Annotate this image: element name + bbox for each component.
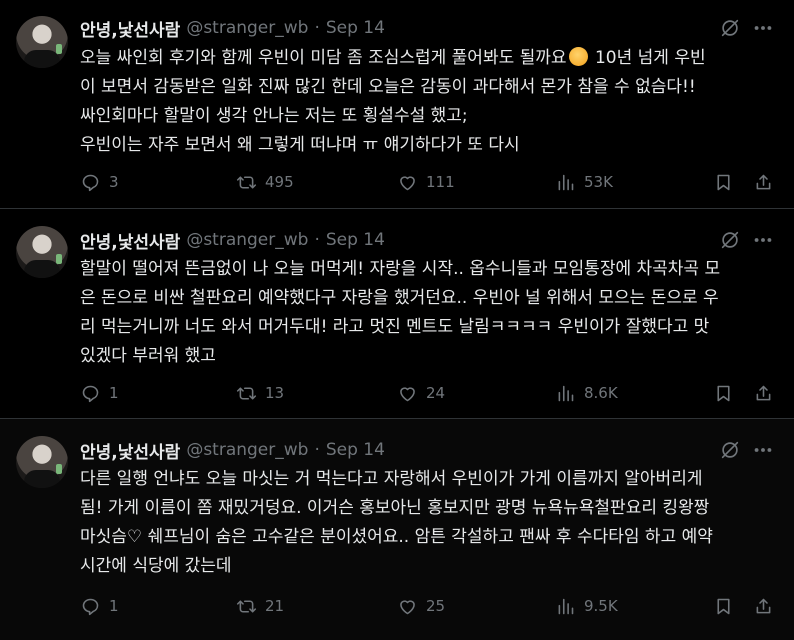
retweet-button[interactable]: 13 bbox=[236, 381, 284, 405]
retweet-icon bbox=[236, 386, 257, 400]
share-icon bbox=[756, 174, 771, 189]
views-chart-icon bbox=[558, 598, 574, 614]
reply-button[interactable]: 1 bbox=[80, 594, 119, 618]
reply-icon bbox=[82, 385, 99, 402]
reply-button[interactable]: 1 bbox=[80, 381, 119, 405]
views-button[interactable]: 9.5K bbox=[555, 594, 618, 618]
avatar[interactable] bbox=[16, 16, 68, 68]
retweet-button[interactable]: 21 bbox=[236, 594, 284, 618]
user-handle[interactable]: @stranger_wb bbox=[186, 230, 308, 250]
display-name[interactable]: 안녕,낯선사람 bbox=[80, 228, 180, 253]
share-button[interactable] bbox=[753, 170, 782, 194]
view-count: 9.5K bbox=[584, 597, 618, 615]
reply-button[interactable]: 3 bbox=[80, 170, 119, 194]
retweet-button[interactable]: 495 bbox=[236, 170, 294, 194]
heart-icon bbox=[400, 386, 415, 401]
tweet-date[interactable]: Sep 14 bbox=[326, 18, 385, 38]
retweet-count: 13 bbox=[265, 384, 285, 402]
share-button[interactable] bbox=[753, 381, 782, 405]
display-name[interactable]: 안녕,낯선사람 bbox=[80, 438, 180, 463]
grok-icon[interactable] bbox=[719, 439, 741, 461]
tweet-header: 안녕,낯선사람 @stranger_wb · Sep 14 bbox=[80, 16, 385, 41]
view-count: 53K bbox=[584, 173, 613, 191]
views-button[interactable]: 53K bbox=[555, 170, 613, 194]
tweet-date[interactable]: Sep 14 bbox=[326, 440, 385, 460]
views-button[interactable]: 8.6K bbox=[555, 381, 618, 405]
bookmark-icon bbox=[717, 385, 730, 401]
tweet-text: 다른 일행 언냐도 오늘 마싯는 거 먹는다고 자랑해서 우빈이가 가게 이름까… bbox=[80, 469, 713, 576]
retweet-icon bbox=[236, 599, 257, 613]
retweet-count: 495 bbox=[265, 173, 294, 191]
user-handle[interactable]: @stranger_wb bbox=[186, 440, 308, 460]
tweet[interactable]: 안녕,낯선사람 @stranger_wb · Sep 14 오늘 싸인회 후기와… bbox=[0, 0, 794, 209]
tweet-actions: 3 495 111 53K bbox=[0, 170, 794, 194]
tweet-actions: 1 13 24 8.6K bbox=[0, 381, 794, 405]
tweet[interactable]: 안녕,낯선사람 @stranger_wb · Sep 14 할말이 떨어져 뜬금… bbox=[0, 209, 794, 419]
tweet-header: 안녕,낯선사람 @stranger_wb · Sep 14 bbox=[80, 228, 385, 253]
reply-count: 1 bbox=[109, 597, 119, 615]
reply-count: 3 bbox=[109, 173, 119, 191]
display-name[interactable]: 안녕,낯선사람 bbox=[80, 16, 180, 41]
retweet-icon bbox=[236, 175, 257, 189]
avatar[interactable] bbox=[16, 436, 68, 488]
like-button[interactable]: 25 bbox=[397, 594, 445, 618]
tweet-date[interactable]: Sep 14 bbox=[326, 230, 385, 250]
avatar[interactable] bbox=[16, 226, 68, 278]
like-count: 111 bbox=[426, 173, 455, 191]
share-button[interactable] bbox=[753, 594, 782, 618]
views-chart-icon bbox=[558, 385, 574, 401]
heart-icon bbox=[400, 175, 415, 190]
like-count: 24 bbox=[426, 384, 446, 402]
reply-icon bbox=[82, 598, 99, 615]
share-icon bbox=[756, 598, 771, 613]
more-options-icon[interactable] bbox=[752, 17, 774, 39]
grok-icon[interactable] bbox=[719, 17, 741, 39]
tweet-actions: 1 21 25 9.5K bbox=[0, 594, 794, 618]
shushing-face-emoji-icon bbox=[568, 47, 588, 66]
tweet-text: 할말이 떨어져 뜬금없이 나 오늘 머먹게! 자랑을 시작.. 옵수니들과 모임… bbox=[80, 259, 721, 366]
bookmark-icon bbox=[717, 598, 730, 614]
reply-count: 1 bbox=[109, 384, 119, 402]
like-button[interactable]: 24 bbox=[397, 381, 445, 405]
tweet-text-part: 오늘 싸인회 후기와 함께 우빈이 미담 좀 조심스럽게 풀어봐도 될까요 bbox=[80, 48, 567, 68]
views-chart-icon bbox=[558, 174, 574, 190]
bookmark-button[interactable] bbox=[713, 594, 742, 618]
separator-dot: · bbox=[314, 440, 320, 460]
more-options-icon[interactable] bbox=[752, 439, 774, 461]
separator-dot: · bbox=[314, 18, 320, 38]
separator-dot: · bbox=[314, 230, 320, 250]
retweet-count: 21 bbox=[265, 597, 285, 615]
like-button[interactable]: 111 bbox=[397, 170, 455, 194]
heart-icon bbox=[400, 599, 415, 614]
share-icon bbox=[756, 385, 771, 400]
bookmark-icon bbox=[717, 174, 730, 190]
reply-icon bbox=[82, 174, 99, 191]
bookmark-button[interactable] bbox=[713, 381, 742, 405]
bookmark-button[interactable] bbox=[713, 170, 742, 194]
more-options-icon[interactable] bbox=[752, 229, 774, 251]
like-count: 25 bbox=[426, 597, 446, 615]
tweet-text: 오늘 싸인회 후기와 함께 우빈이 미담 좀 조심스럽게 풀어봐도 될까요 10… bbox=[80, 44, 780, 160]
grok-icon[interactable] bbox=[719, 229, 741, 251]
tweet[interactable]: 안녕,낯선사람 @stranger_wb · Sep 14 다른 일행 언냐도 … bbox=[0, 419, 794, 640]
user-handle[interactable]: @stranger_wb bbox=[186, 18, 308, 38]
view-count: 8.6K bbox=[584, 384, 618, 402]
tweet-header: 안녕,낯선사람 @stranger_wb · Sep 14 bbox=[80, 438, 385, 463]
